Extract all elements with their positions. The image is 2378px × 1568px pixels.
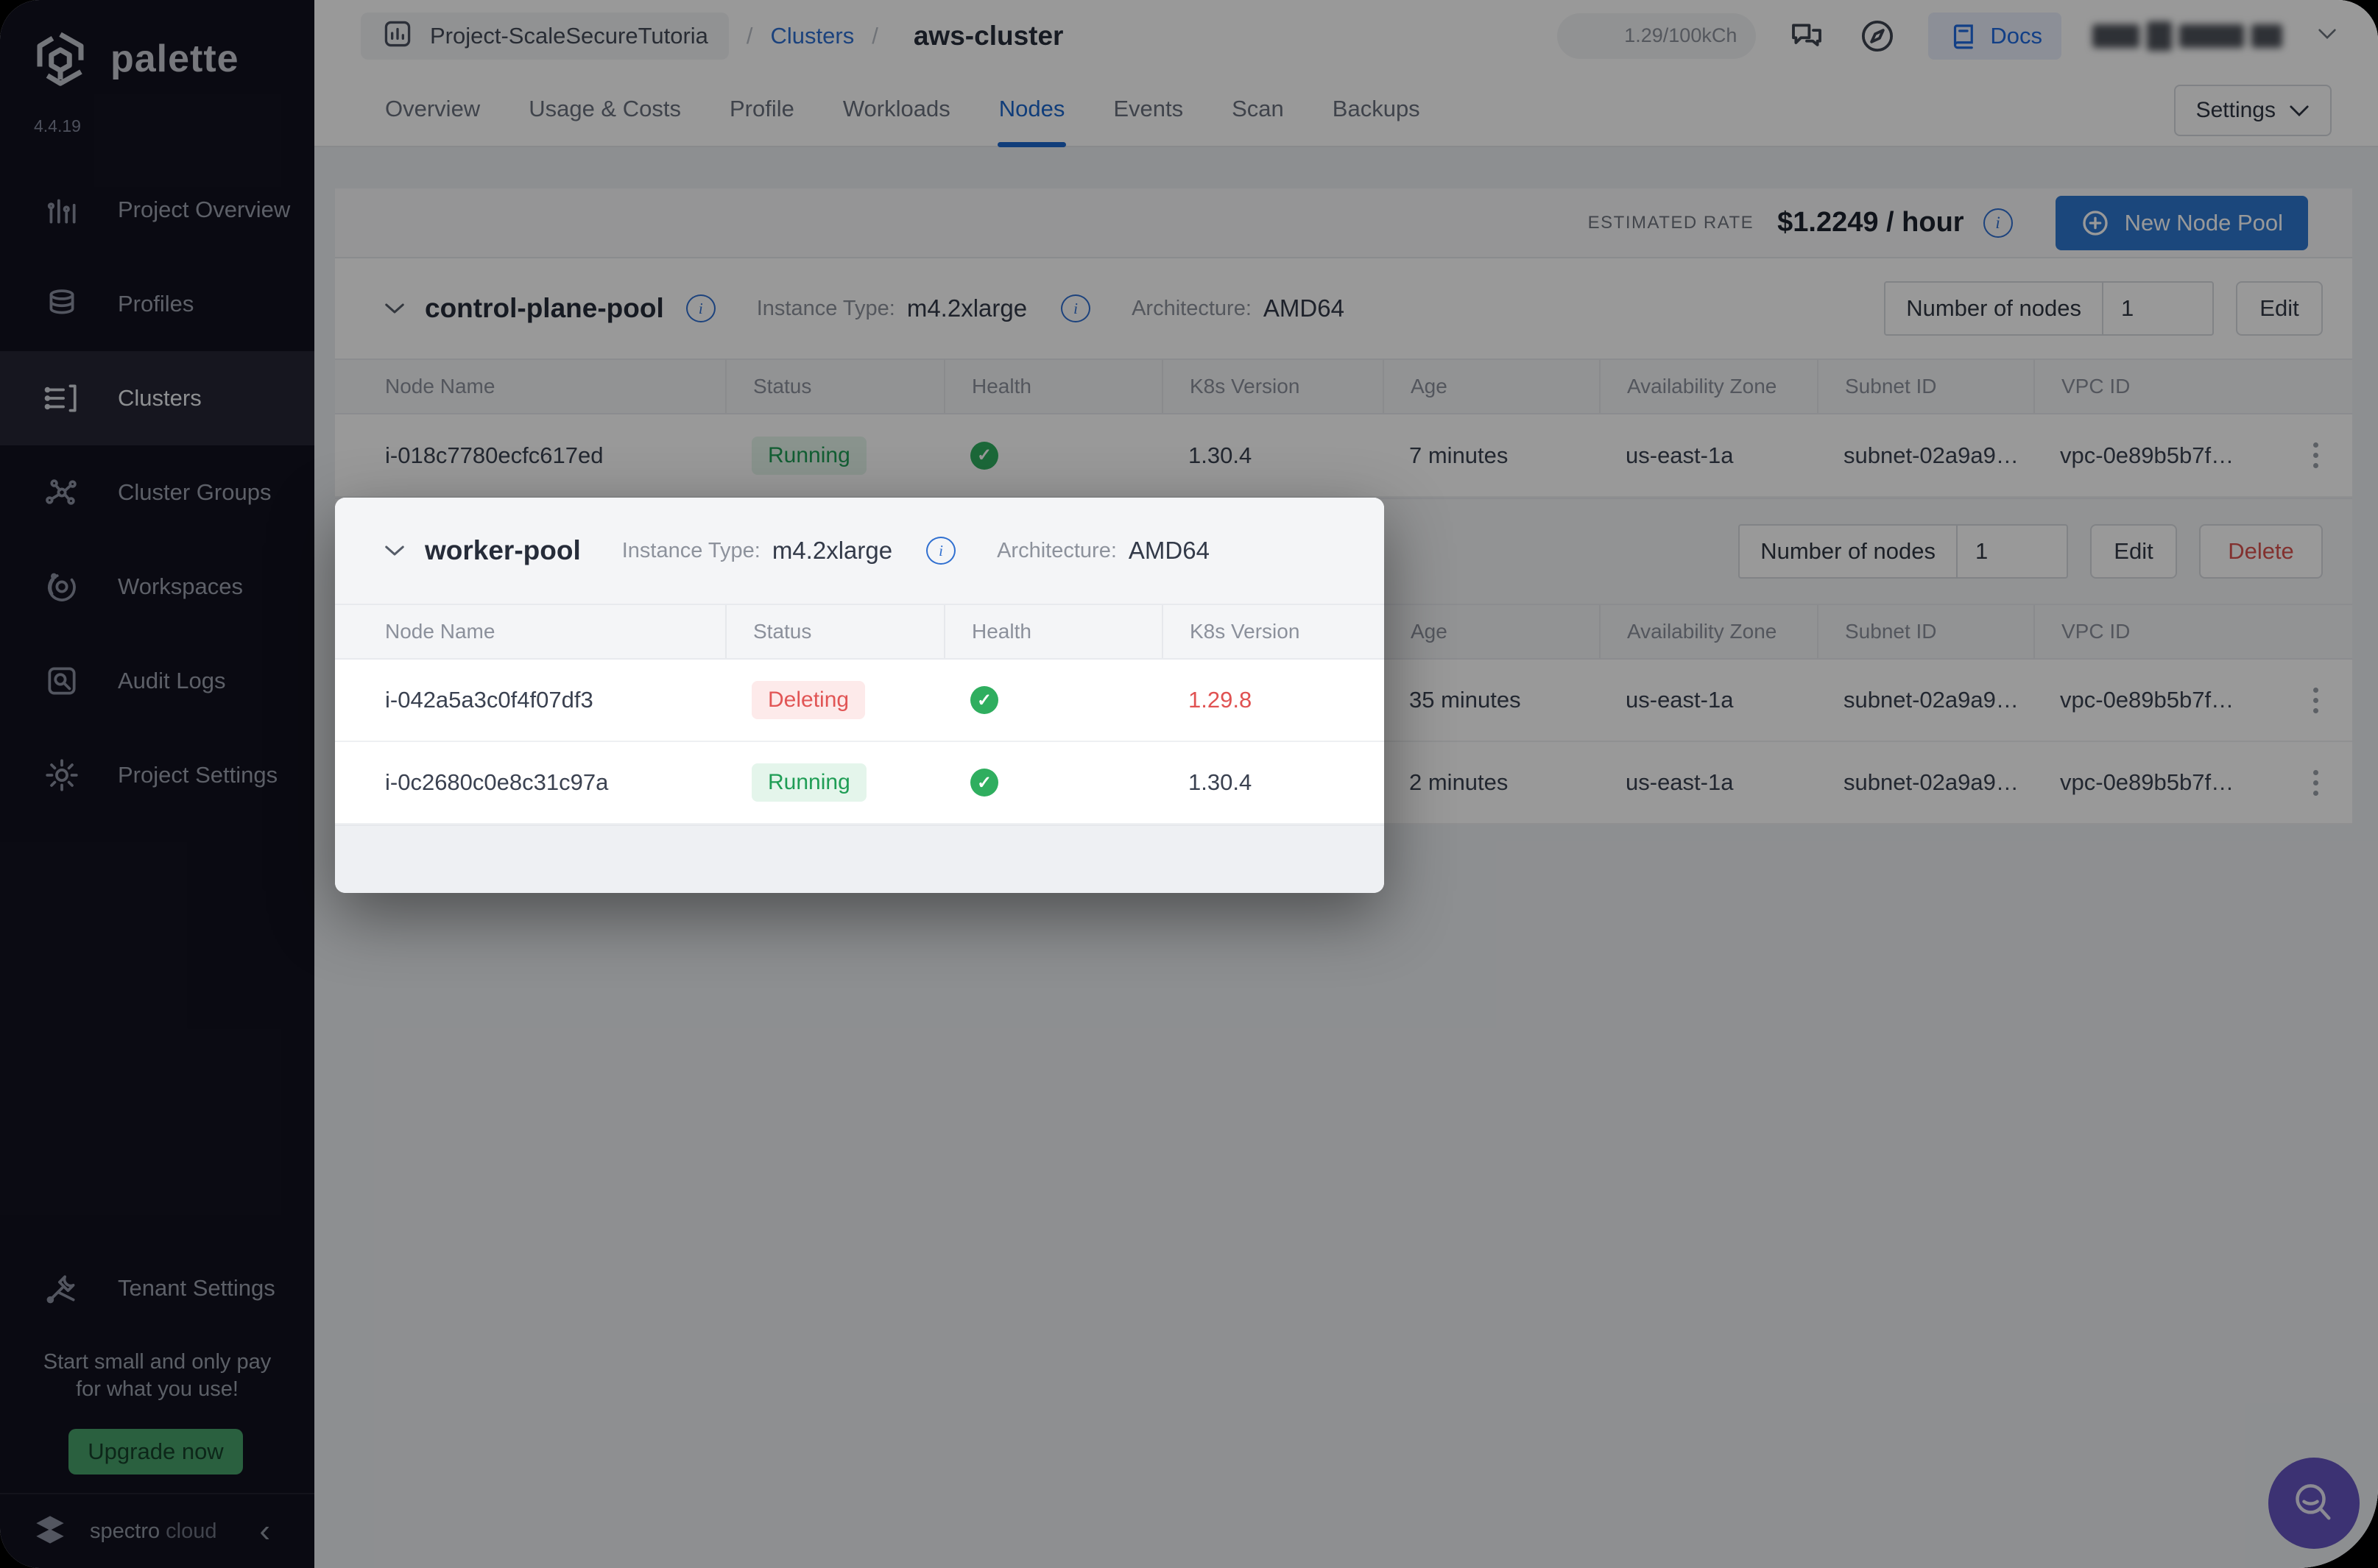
node-name: i-0c2680c0e8c31c97a <box>335 769 725 796</box>
architecture-value: AMD64 <box>1129 537 1210 565</box>
instance-type-value: m4.2xlarge <box>772 537 892 565</box>
table-header-row: Node Name Status Health K8s Version <box>335 604 1384 660</box>
spotlight-footer <box>335 824 1384 893</box>
health-ok-icon: ✓ <box>970 686 998 714</box>
k8s-version: 1.29.8 <box>1162 687 1383 713</box>
health-ok-icon: ✓ <box>970 769 998 797</box>
app-window: palette 4.4.19 Project Overview Profiles <box>0 0 2378 1568</box>
architecture-label: Architecture: <box>997 539 1117 563</box>
node-name: i-042a5a3c0f4f07df3 <box>335 687 725 713</box>
col-node-name: Node Name <box>335 605 725 658</box>
col-status: Status <box>725 605 944 658</box>
col-k8s-version: K8s Version <box>1162 605 1383 658</box>
status-cell: Deleting <box>725 681 944 719</box>
collapse-chevron-icon[interactable] <box>384 543 406 558</box>
instance-type-label: Instance Type: <box>622 539 761 563</box>
health-cell: ✓ <box>944 686 1162 714</box>
status-badge: Running <box>752 763 867 802</box>
pool-name: worker-pool <box>425 535 581 566</box>
col-health: Health <box>944 605 1162 658</box>
k8s-version: 1.30.4 <box>1162 769 1383 796</box>
worker-pool-spotlight: worker-pool Instance Type: m4.2xlarge i … <box>335 498 1384 893</box>
worker-pool-header: worker-pool Instance Type: m4.2xlarge i … <box>335 498 1384 604</box>
table-row: i-042a5a3c0f4f07df3 Deleting ✓ 1.29.8 <box>335 660 1384 742</box>
instance-info-icon[interactable]: i <box>926 537 956 565</box>
health-cell: ✓ <box>944 769 1162 797</box>
table-row: i-0c2680c0e8c31c97a Running ✓ 1.30.4 <box>335 742 1384 824</box>
status-badge: Deleting <box>752 681 865 719</box>
status-cell: Running <box>725 763 944 802</box>
